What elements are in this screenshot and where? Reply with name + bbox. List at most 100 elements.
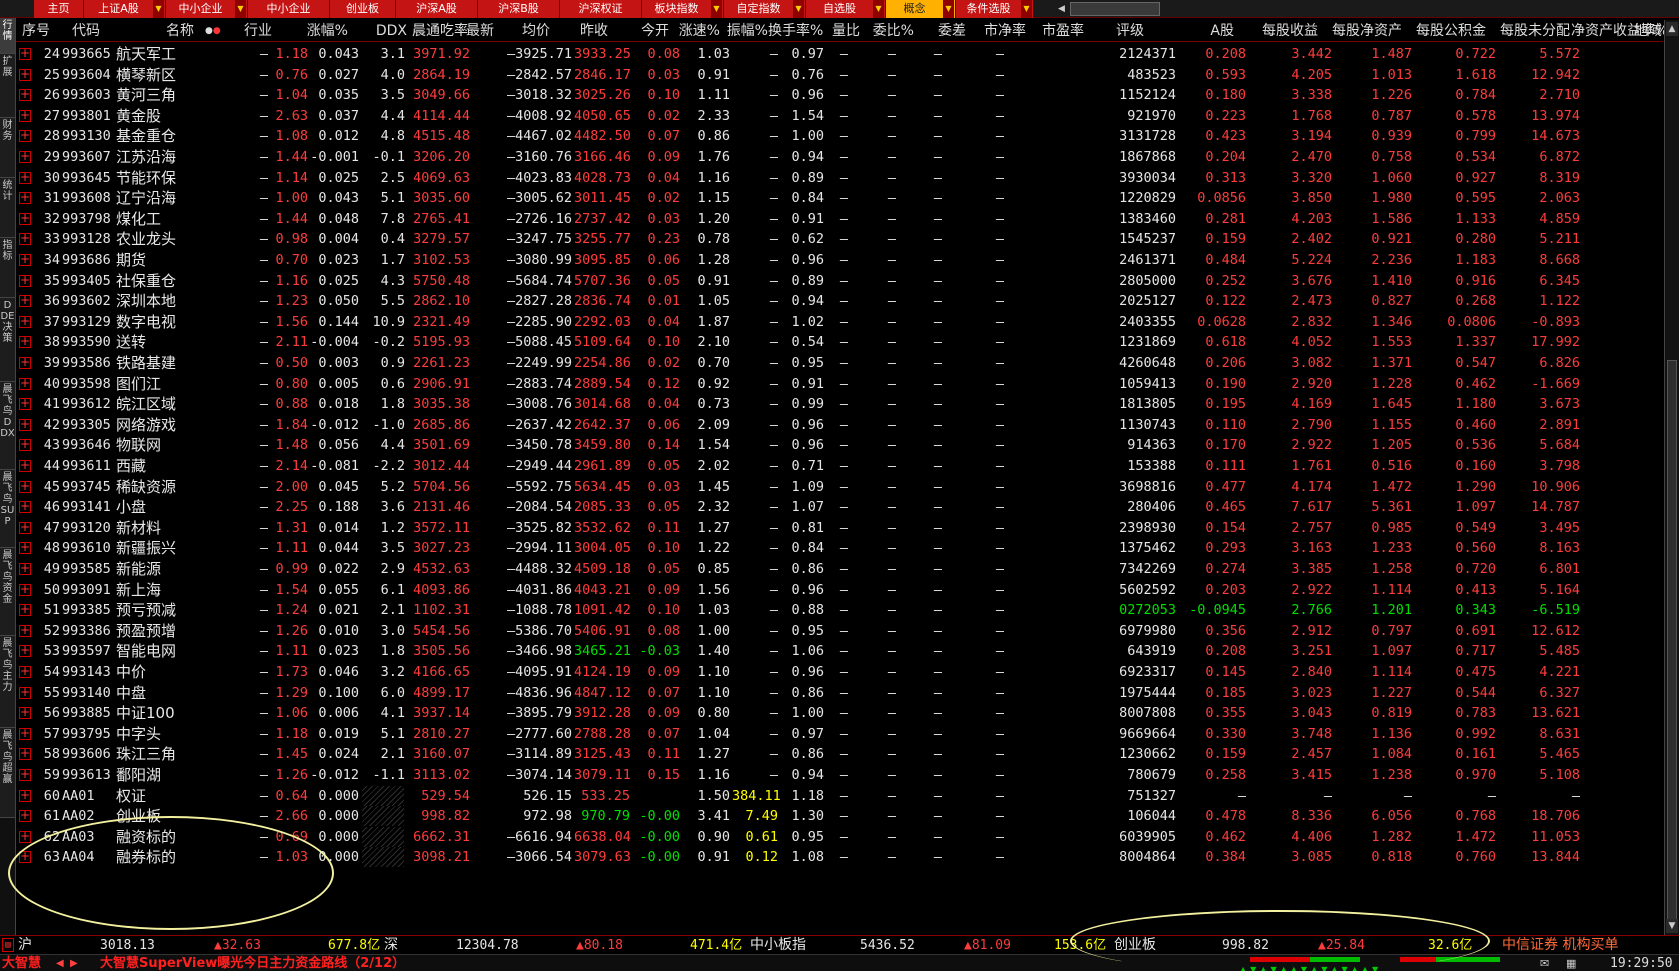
vertical-scrollbar[interactable]: ▲ ▼	[1664, 20, 1679, 935]
table-row[interactable]: +57 993795 中字头 —1.18 0.019 5.1 2810.27 —2777.60…	[16, 723, 1663, 745]
table-row[interactable]: +62 AA03 融资标的 —0.69 0.000 6662.31 —6616.94 6638…	[16, 826, 1663, 848]
col-header-amp[interactable]: 振幅%	[722, 20, 768, 42]
tab-9[interactable]: 自定指数 ▼	[724, 0, 806, 18]
table-row[interactable]: +52 993386 预盈预增 —1.26 0.010 3.0 5454.56 —5386.7…	[16, 620, 1663, 642]
tab-dropdown-icon[interactable]: ▼	[153, 0, 164, 18]
table-row[interactable]: +58 993606 珠江三角 —1.45 0.024 2.1 3160.07 —3114.8…	[16, 743, 1663, 765]
col-header-pe[interactable]: 市盈率	[1032, 20, 1084, 42]
tab-2[interactable]: 中小企业 ▼	[166, 0, 248, 18]
side-tab-8[interactable]: 晨飞鸟资金	[0, 548, 15, 636]
tab-dropdown-icon[interactable]: ▼	[793, 0, 804, 18]
col-header-undist[interactable]: 每股未分配	[1486, 20, 1570, 42]
gem-label[interactable]: 创业板	[1114, 936, 1156, 955]
tab-4[interactable]: 创业板	[330, 0, 396, 18]
col-header-name[interactable]: 名称	[134, 20, 194, 42]
table-row[interactable]: +49 993585 新能源 —0.99 0.022 2.9 4532.63 —4488.32…	[16, 558, 1663, 580]
side-tab-6[interactable]: 晨飞鸟DDX	[0, 382, 15, 470]
table-row[interactable]: +39 993586 铁路基建 —0.50 0.003 0.9 2261.23 —2249.9…	[16, 352, 1663, 374]
sort-indicator-icon[interactable]: ●●	[205, 26, 221, 36]
col-header-region[interactable]: 地域	[1628, 20, 1662, 42]
col-header-ddx[interactable]: DDX	[349, 20, 407, 42]
table-row[interactable]: +38 993590 送转 —2.11 -0.004 -0.2 5195.93 —5088.4…	[16, 331, 1663, 353]
table-row[interactable]: +45 993745 稀缺资源 —2.00 0.045 5.2 5704.56 —5592.7…	[16, 476, 1663, 498]
table-row[interactable]: +24 993665 航天军工 —1.18 0.043 3.1 3971.92 —3925.7…	[16, 43, 1663, 65]
col-header-industry[interactable]: 行业	[216, 20, 272, 42]
col-header-eps[interactable]: 每股收益	[1234, 20, 1318, 42]
side-tab-9[interactable]: 晨飞鸟主力	[0, 636, 15, 728]
table-row[interactable]: +53 993597 智能电网 —1.11 0.023 1.8 3505.56 —3466.9…	[16, 640, 1663, 662]
table-row[interactable]: +63 AA04 融券标的 —1.03 0.000 3098.21 —3066.54 3079…	[16, 846, 1663, 868]
tab-0[interactable]: 主页	[34, 0, 84, 18]
table-row[interactable]: +56 993885 中证100—1.06 0.006 4.1 3937.14 —3895.…	[16, 702, 1663, 724]
col-header-pb[interactable]: 市净率	[972, 20, 1026, 42]
tab-8[interactable]: 板块指数 ▼	[642, 0, 724, 18]
col-header-avg[interactable]: 均价	[492, 20, 550, 42]
col-header-last[interactable]: 最新	[446, 20, 494, 42]
tab-dropdown-icon[interactable]: ▼	[943, 0, 954, 18]
table-row[interactable]: +25 993604 横琴新区 —0.76 0.027 4.0 2864.19 —2842.5…	[16, 64, 1663, 86]
table-row[interactable]: +30 993645 节能环保 —1.14 0.025 2.5 4069.63 —4023.8…	[16, 167, 1663, 189]
table-row[interactable]: +28 993130 基金重仓 —1.08 0.012 4.8 4515.48 —4467.0…	[16, 125, 1663, 147]
col-header-chg[interactable]: 涨幅%	[286, 20, 348, 42]
table-row[interactable]: +29 993607 江苏沿海 —1.44 -0.001 -0.1 3206.20 —3160…	[16, 146, 1663, 168]
broker-buy-label[interactable]: 中信证券 机构买单	[1502, 936, 1618, 955]
tab-12[interactable]: 条件选股 ▼	[956, 0, 1034, 18]
side-tab-10[interactable]: 晨飞鸟超赢	[0, 728, 15, 818]
tab-dropdown-icon[interactable]: ▼	[873, 0, 884, 18]
sz-label[interactable]: 深	[384, 936, 398, 955]
tab-dropdown-icon[interactable]: ▼	[1021, 0, 1032, 18]
ticker-next-icon[interactable]: ▶	[70, 955, 78, 971]
table-row[interactable]: +40 993598 图们江 —0.80 0.005 0.6 2906.91 —2883.74…	[16, 373, 1663, 395]
col-header-prev[interactable]: 昨收	[562, 20, 608, 42]
table-row[interactable]: +35 993405 社保重仓 —1.16 0.025 4.3 5750.48 —5684.7…	[16, 270, 1663, 292]
tab-3[interactable]: 中小企业	[248, 0, 330, 18]
scroll-down-icon[interactable]: ▼	[1666, 919, 1678, 933]
col-header-turn[interactable]: 换手率%	[768, 20, 823, 42]
scroll-up-icon[interactable]: ▲	[1666, 22, 1678, 36]
table-row[interactable]: +54 993143 中价 —1.73 0.046 3.2 4166.65 —4095.91 4…	[16, 661, 1663, 683]
table-row[interactable]: +46 993141 小盘 —2.25 0.188 3.6 2131.46 —2084.54 2…	[16, 496, 1663, 518]
table-row[interactable]: +59 993613 鄱阳湖 —1.26 -0.012 -1.1 3113.02 —3074.…	[16, 764, 1663, 786]
tab-11[interactable]: 概念 ▼	[886, 0, 956, 18]
col-header-speed[interactable]: 涨速%	[674, 20, 720, 42]
col-header-rating[interactable]: 评级	[1092, 20, 1144, 42]
tab-5[interactable]: 沪深A股	[396, 0, 478, 18]
table-row[interactable]: +44 993611 西藏 —2.14 -0.081 -2.2 3012.44 —2949.4…	[16, 455, 1663, 477]
side-tab-0[interactable]: 行情	[0, 18, 15, 54]
tab-scroll-left-icon[interactable]: ◀	[1058, 2, 1068, 16]
col-header-bvps[interactable]: 每股净资产	[1318, 20, 1402, 42]
table-row[interactable]: +41 993612 皖江区域 —0.88 0.018 1.8 3035.38 —3008.7…	[16, 393, 1663, 415]
tab-scrollbar[interactable]	[1070, 2, 1160, 16]
table-row[interactable]: +34 993686 期货 —0.70 0.023 1.7 3102.53 —3080.99 3…	[16, 249, 1663, 271]
chart-icon[interactable]: ▦	[1566, 955, 1576, 971]
side-tab-1[interactable]: 扩展	[0, 54, 15, 118]
col-header-wc[interactable]: 委差	[922, 20, 966, 42]
news-ticker[interactable]: 大智慧SuperView曝光今日主力资金路线（2/12）	[100, 955, 405, 971]
tab-10[interactable]: 自选股 ▼	[806, 0, 886, 18]
table-row[interactable]: +43 993646 物联网 —1.48 0.056 4.4 3501.69 —3450.78…	[16, 434, 1663, 456]
table-row[interactable]: +27 993801 黄金股 —2.63 0.037 4.4 4114.44 —4008.92…	[16, 105, 1663, 127]
table-row[interactable]: +31 993608 辽宁沿海 —1.00 0.043 5.1 3035.60 —3005.6…	[16, 187, 1663, 209]
table-row[interactable]: +37 993129 数字电视 —1.56 0.144 10.9 2321.49 —2285.…	[16, 311, 1663, 333]
table-row[interactable]: +51 993385 预亏预减 —1.24 0.021 2.1 1102.31 —1088.7…	[16, 599, 1663, 621]
table-row[interactable]: +36 993602 深圳本地 —1.23 0.050 5.5 2862.10 —2827.2…	[16, 290, 1663, 312]
table-row[interactable]: +47 993120 新材料 —1.31 0.014 1.2 3572.11 —3525.82…	[16, 517, 1663, 539]
col-header-reserve[interactable]: 每股公积金	[1402, 20, 1486, 42]
table-row[interactable]: +55 993140 中盘 —1.29 0.100 6.0 4899.17 —4836.96 4…	[16, 682, 1663, 704]
tab-7[interactable]: 沪深权证	[560, 0, 642, 18]
mail-icon[interactable]: ✉	[1540, 955, 1549, 971]
table-row[interactable]: +61 AA02 创业板 —2.66 0.000 998.82 972.98 970.79 -0…	[16, 805, 1663, 827]
tab-6[interactable]: 沪深B股	[478, 0, 560, 18]
scroll-thumb[interactable]	[1667, 360, 1677, 920]
tab-dropdown-icon[interactable]: ▼	[235, 0, 246, 18]
col-header-ratio[interactable]: 量比	[824, 20, 860, 42]
side-tab-3[interactable]: 统计	[0, 178, 15, 238]
side-tab-2[interactable]: 财务	[0, 118, 15, 178]
table-row[interactable]: +48 993610 新疆振兴 —1.11 0.044 3.5 3027.23 —2994.1…	[16, 537, 1663, 559]
side-tab-7[interactable]: 晨飞鸟SUP	[0, 470, 15, 548]
sh-label[interactable]: 沪	[18, 936, 32, 955]
tab-1[interactable]: 上证A股 ▼	[84, 0, 166, 18]
table-row[interactable]: +50 993091 新上海 —1.54 0.055 6.1 4093.86 —4031.86…	[16, 579, 1663, 601]
tab-dropdown-icon[interactable]: ▼	[711, 0, 722, 18]
menu-icon[interactable]: ▤	[2, 938, 14, 952]
